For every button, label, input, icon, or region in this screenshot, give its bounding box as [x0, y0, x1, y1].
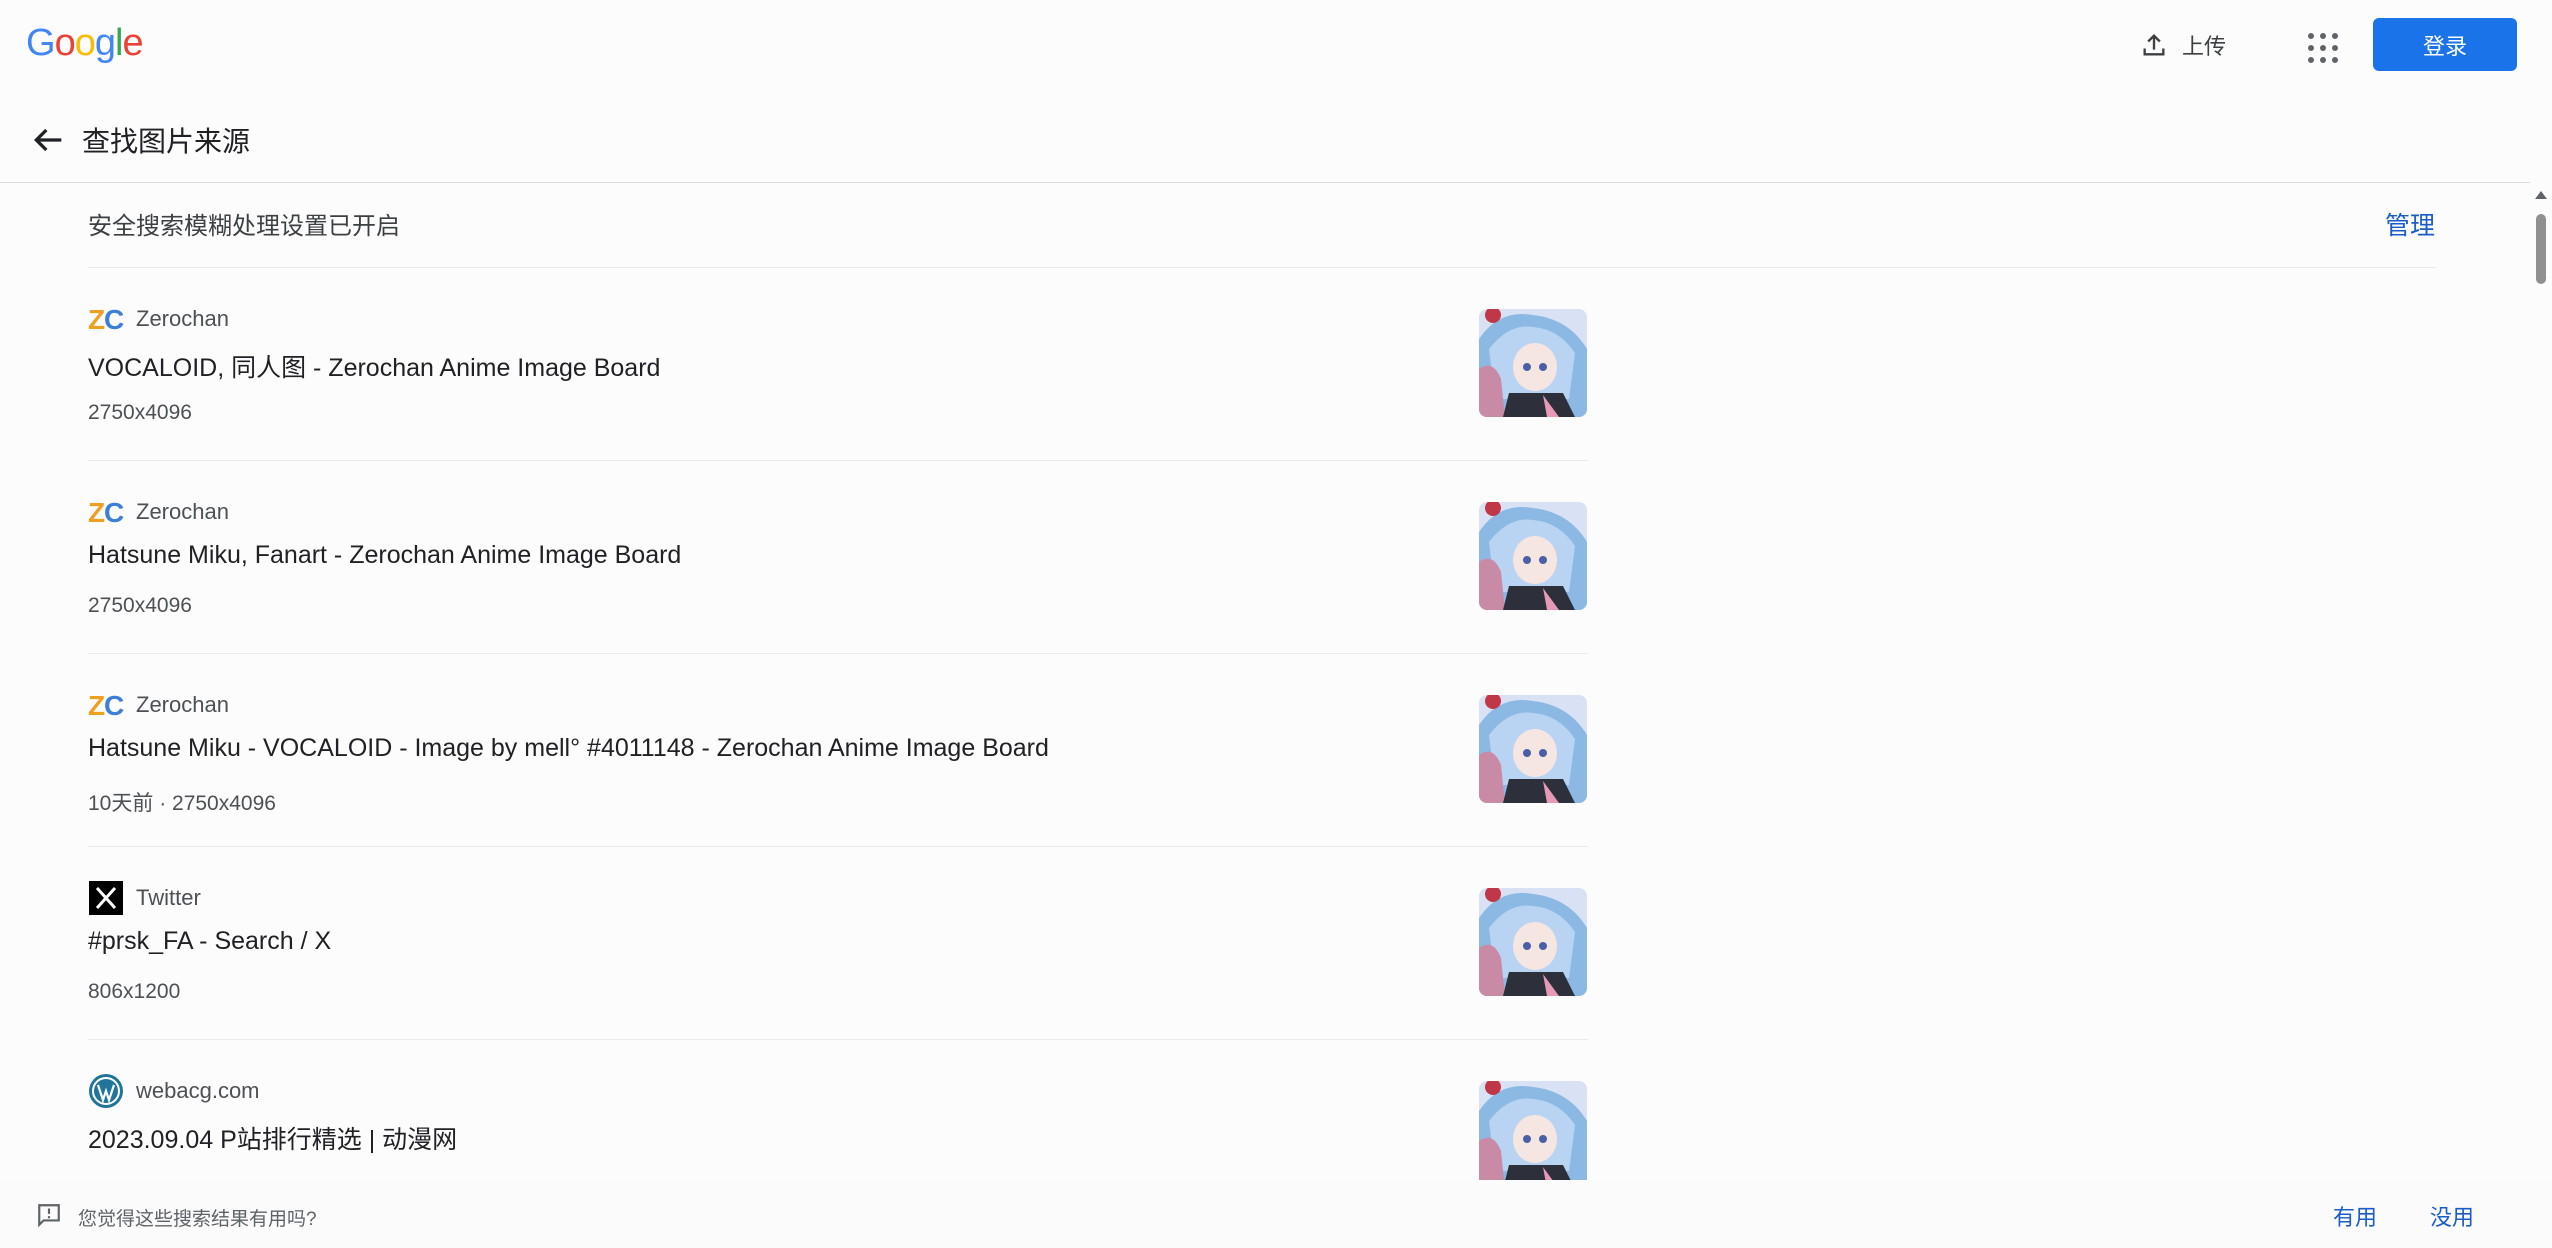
result-meta: 806x1200 — [88, 980, 181, 1003]
result-meta: 10天前 · 2750x4096 — [88, 792, 276, 815]
svg-text:C: C — [104, 304, 124, 334]
upload-button[interactable]: 上传 — [2140, 22, 2226, 68]
safesearch-notice: 安全搜索模糊处理设置已开启 — [88, 213, 400, 240]
arrow-left-icon[interactable] — [28, 120, 68, 160]
x-icon — [88, 880, 124, 916]
zerochan-icon: Z C — [88, 687, 124, 723]
result-meta: 2750x4096 — [88, 594, 192, 617]
source-name: Zerochan — [136, 306, 229, 331]
page-title: 查找图片来源 — [82, 126, 251, 157]
feedback-question: 您觉得这些搜索结果有用吗? — [78, 1209, 317, 1230]
zerochan-icon: Z C — [88, 301, 124, 337]
results-list: Z C Zerochan VOCALOID, 同人图 - Zerochan An… — [88, 268, 1588, 1180]
result-title[interactable]: 2023.09.04 P站排行精选 | 动漫网 — [88, 1120, 457, 1156]
upload-label: 上传 — [2182, 34, 2227, 59]
source-name: Twitter — [136, 885, 201, 910]
source-name: Zerochan — [136, 499, 229, 524]
divider — [0, 182, 2530, 183]
signin-button[interactable]: 登录 — [2373, 18, 2517, 71]
upload-icon — [2143, 34, 2165, 56]
useful-button[interactable]: 有用 — [2333, 1200, 2377, 1232]
feedback-icon — [38, 1204, 60, 1228]
result-item[interactable]: Z C Zerochan Hatsune Miku, Fanart - Zero… — [88, 461, 1588, 654]
result-title[interactable]: VOCALOID, 同人图 - Zerochan Anime Image Boa… — [88, 348, 660, 384]
top-bar: Google 上传 登录 — [0, 0, 2552, 90]
feedback-bar: 您觉得这些搜索结果有用吗? 有用 没用 — [0, 1180, 2552, 1248]
result-item[interactable]: webacg.com 2023.09.04 P站排行精选 | 动漫网 — [88, 1040, 1588, 1180]
result-title[interactable]: Hatsune Miku - VOCALOID - Image by mell°… — [88, 734, 1049, 763]
apps-grid-icon[interactable] — [2300, 24, 2346, 70]
logo-letter: e — [122, 22, 143, 64]
svg-text:C: C — [104, 497, 124, 527]
svg-text:Z: Z — [88, 304, 105, 334]
subheader: 查找图片来源 — [0, 104, 2552, 174]
svg-text:Z: Z — [88, 690, 105, 720]
result-meta: 2750x4096 — [88, 401, 192, 424]
result-thumbnail[interactable] — [1479, 1081, 1587, 1180]
result-title[interactable]: Hatsune Miku, Fanart - Zerochan Anime Im… — [88, 541, 681, 570]
result-item[interactable]: Z C Zerochan VOCALOID, 同人图 - Zerochan An… — [88, 268, 1588, 461]
result-thumbnail[interactable] — [1479, 695, 1587, 803]
google-logo[interactable]: Google — [26, 22, 144, 65]
logo-letter: o — [74, 22, 96, 64]
useless-button[interactable]: 没用 — [2430, 1200, 2474, 1232]
logo-letter: G — [26, 22, 56, 64]
svg-text:Z: Z — [88, 497, 105, 527]
result-thumbnail[interactable] — [1479, 309, 1587, 417]
source-name: Zerochan — [136, 692, 229, 717]
svg-text:C: C — [104, 690, 124, 720]
logo-letter: o — [54, 22, 76, 64]
result-thumbnail[interactable] — [1479, 888, 1587, 996]
result-title[interactable]: #prsk_FA - Search / X — [88, 927, 331, 956]
scrollbar[interactable] — [2530, 184, 2552, 1180]
manage-link[interactable]: 管理 — [2385, 206, 2435, 242]
logo-letter: g — [94, 22, 116, 64]
zerochan-icon: Z C — [88, 494, 124, 530]
result-thumbnail[interactable] — [1479, 502, 1587, 610]
source-name: webacg.com — [136, 1078, 260, 1103]
wordpress-icon — [88, 1073, 124, 1109]
result-item[interactable]: Z C Zerochan Hatsune Miku - VOCALOID - I… — [88, 654, 1588, 847]
result-item[interactable]: Twitter #prsk_FA - Search / X 806x1200 — [88, 847, 1588, 1040]
